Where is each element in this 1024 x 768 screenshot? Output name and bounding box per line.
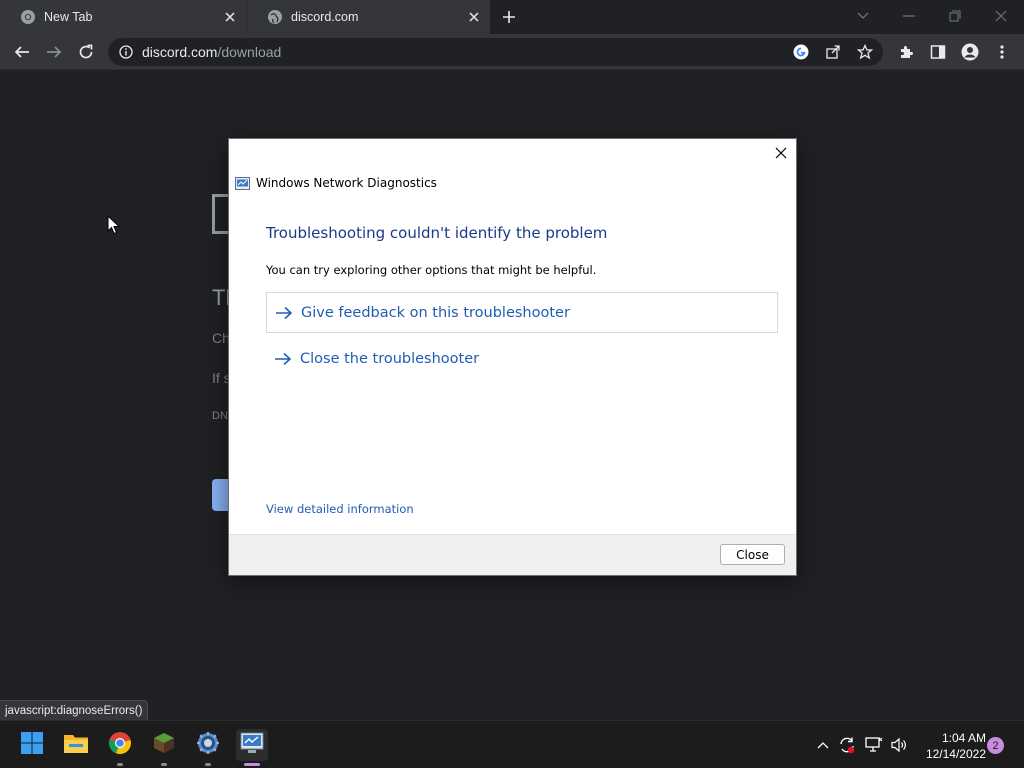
- google-lens-icon[interactable]: [793, 44, 809, 60]
- volume-icon[interactable]: [890, 736, 908, 754]
- dialog-heading: Troubleshooting couldn't identify the pr…: [266, 224, 608, 242]
- arrow-right-icon: [274, 352, 292, 366]
- start-button[interactable]: [16, 729, 48, 761]
- clock-time: 1:04 AM: [941, 731, 986, 745]
- clock-date: 12/14/2022: [925, 747, 986, 761]
- browser-tab-strip: New Tab discord.com: [0, 0, 1024, 34]
- network-diagnostics-dialog: Windows Network Diagnostics Troubleshoot…: [228, 138, 797, 576]
- chrome-taskbar-button[interactable]: [104, 729, 136, 766]
- mouse-pointer-icon: [107, 214, 121, 235]
- chevron-up-icon[interactable]: [814, 736, 832, 754]
- notification-badge[interactable]: 2: [987, 737, 1004, 754]
- chrome-menu-icon[interactable]: [992, 42, 1012, 62]
- close-tab-icon[interactable]: [222, 9, 238, 25]
- running-indicator: [161, 763, 167, 766]
- arrow-right-icon: [275, 306, 293, 320]
- give-feedback-option[interactable]: Give feedback on this troubleshooter: [266, 292, 778, 333]
- tab-search-chevron-icon[interactable]: [853, 6, 873, 26]
- minecraft-icon: [153, 732, 175, 759]
- profile-avatar-icon[interactable]: [960, 42, 980, 62]
- url-text: discord.com/download: [142, 44, 281, 60]
- running-indicator: [117, 763, 123, 766]
- option-label: Close the troubleshooter: [300, 350, 480, 367]
- chrome-icon: [108, 731, 132, 760]
- chrome-icon: [20, 9, 36, 25]
- network-diagnostics-taskbar-button[interactable]: [236, 729, 268, 766]
- extensions-puzzle-icon[interactable]: [896, 42, 916, 62]
- error-code: DN: [212, 410, 228, 422]
- back-arrow-icon[interactable]: [12, 42, 32, 62]
- network-icon[interactable]: [865, 736, 883, 754]
- tab-new-tab[interactable]: New Tab: [0, 0, 246, 34]
- close-tab-icon[interactable]: [466, 9, 482, 25]
- share-icon[interactable]: [825, 44, 841, 60]
- address-bar[interactable]: discord.com/download: [108, 38, 883, 66]
- tab-title: discord.com: [291, 10, 359, 24]
- dialog-title-bar: Windows Network Diagnostics: [235, 176, 437, 190]
- side-panel-icon[interactable]: [928, 42, 948, 62]
- close-window-icon[interactable]: [991, 6, 1011, 26]
- url-host: discord.com: [142, 44, 218, 60]
- dialog-footer: Close: [229, 534, 796, 575]
- windows-taskbar: 1:04 AM 12/14/2022 2: [0, 720, 1024, 768]
- settings-icon: [196, 731, 220, 760]
- site-info-icon[interactable]: [119, 45, 133, 59]
- close-button[interactable]: Close: [720, 544, 785, 565]
- tab-discord[interactable]: discord.com: [246, 0, 490, 34]
- start-icon: [20, 731, 44, 760]
- system-clock[interactable]: 1:04 AM 12/14/2022: [914, 730, 986, 762]
- tab-title: New Tab: [44, 10, 93, 24]
- minecraft-taskbar-button[interactable]: [148, 729, 180, 766]
- bookmark-star-icon[interactable]: [857, 44, 873, 60]
- close-troubleshooter-option[interactable]: Close the troubleshooter: [266, 338, 778, 379]
- view-detailed-information-link[interactable]: View detailed information: [266, 502, 414, 516]
- sync-icon[interactable]: [838, 736, 856, 754]
- running-indicator: [205, 763, 211, 766]
- dialog-title: Windows Network Diagnostics: [256, 176, 437, 190]
- dialog-close-icon[interactable]: [772, 144, 790, 162]
- url-path: /download: [217, 44, 282, 60]
- globe-icon: [267, 9, 283, 25]
- file-explorer-taskbar-button[interactable]: [60, 729, 92, 761]
- forward-arrow-icon[interactable]: [44, 42, 64, 62]
- browser-toolbar: discord.com/download: [0, 34, 1024, 70]
- link-status-bubble: javascript:diagnoseErrors(): [0, 700, 149, 720]
- minimize-icon[interactable]: [899, 6, 919, 26]
- network-diagnostics-icon: [235, 176, 250, 190]
- network-diagnostics-icon: [240, 732, 264, 759]
- new-tab-plus-icon[interactable]: [499, 7, 519, 27]
- settings-taskbar-button[interactable]: [192, 729, 224, 766]
- active-window-indicator: [244, 763, 260, 766]
- option-label: Give feedback on this troubleshooter: [301, 304, 570, 321]
- reload-icon[interactable]: [76, 42, 96, 62]
- dialog-subtitle: You can try exploring other options that…: [266, 263, 597, 277]
- file-explorer-icon: [63, 732, 89, 759]
- restore-icon[interactable]: [945, 6, 965, 26]
